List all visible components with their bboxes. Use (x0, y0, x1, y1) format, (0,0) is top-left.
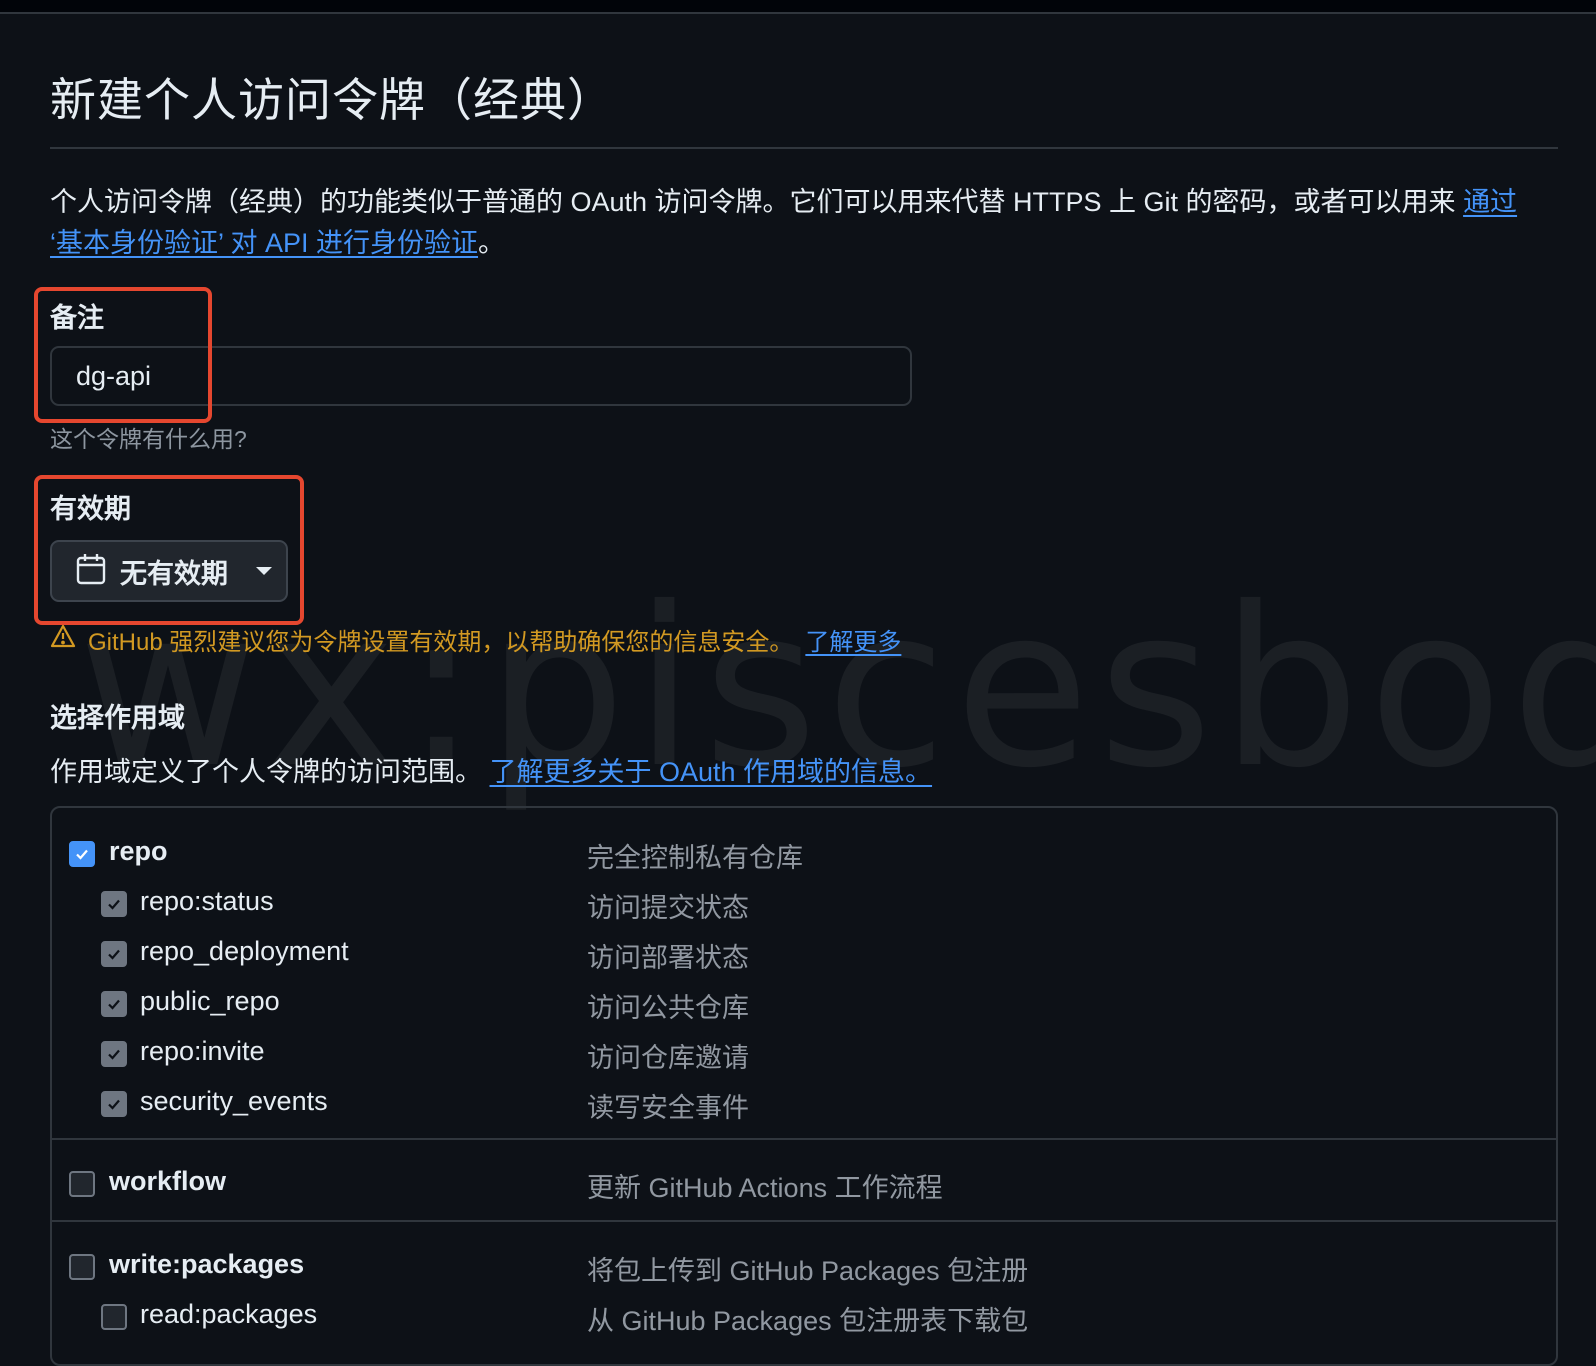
expiration-warning: GitHub 强烈建议您为令牌设置有效期，以帮助确保您的信息安全。 了解更多 (50, 622, 901, 657)
scope-name: repo:status (140, 886, 274, 916)
scope-row-read-packages: read:packages 从 GitHub Packages 包注册表下载包 (52, 1289, 1556, 1339)
scope-name: workflow (109, 1166, 227, 1196)
note-hint: 这个令牌有什么用? (50, 426, 247, 452)
checkbox-repo-deployment[interactable] (101, 941, 127, 967)
checkbox-workflow[interactable] (69, 1171, 95, 1197)
page-title: 新建个人访问令牌（经典） (50, 74, 614, 126)
scope-name: public_repo (140, 986, 280, 1016)
scope-row-repo-status: repo:status 访问提交状态 (52, 876, 1556, 926)
learn-more-link[interactable]: 了解更多 (805, 622, 901, 657)
highlight-box-expiration (34, 475, 304, 625)
intro-paragraph: 个人访问令牌（经典）的功能类似于普通的 OAuth 访问令牌。它们可以用来代替 … (50, 182, 1550, 264)
checkbox-repo[interactable] (69, 841, 95, 867)
alert-icon (50, 624, 76, 655)
scope-desc: 更新 GitHub Actions 工作流程 (587, 1173, 943, 1203)
scope-row-public-repo: public_repo 访问公共仓库 (52, 976, 1556, 1026)
scope-row-security-events: security_events 读写安全事件 (52, 1076, 1556, 1126)
checkbox-repo-status[interactable] (101, 891, 127, 917)
intro-end: 。 (478, 228, 506, 258)
scopes-title: 选择作用域 (50, 703, 185, 733)
scope-name: write:packages (109, 1249, 305, 1279)
intro-text: 个人访问令牌（经典）的功能类似于普通的 OAuth 访问令牌。它们可以用来代替 … (50, 187, 1464, 217)
scopes-desc-text: 作用域定义了个人令牌的访问范围。 (50, 757, 482, 787)
scope-row-repo: repo 完全控制私有仓库 (52, 826, 1556, 876)
scope-group-write-packages: write:packages 将包上传到 GitHub Packages 包注册… (52, 1222, 1556, 1364)
scope-group-workflow: workflow 更新 GitHub Actions 工作流程 (52, 1140, 1556, 1222)
scope-desc: 访问部署状态 (587, 943, 749, 973)
scope-row-workflow: workflow 更新 GitHub Actions 工作流程 (52, 1156, 1556, 1206)
checkbox-repo-invite[interactable] (101, 1041, 127, 1067)
scope-desc: 从 GitHub Packages 包注册表下载包 (587, 1306, 1029, 1336)
oauth-scopes-link[interactable]: 了解更多关于 OAuth 作用域的信息。 (490, 757, 933, 787)
scope-name: read:packages (140, 1299, 318, 1329)
scope-row-write-packages: write:packages 将包上传到 GitHub Packages 包注册 (52, 1239, 1556, 1289)
warning-text: GitHub 强烈建议您为令牌设置有效期，以帮助确保您的信息安全。 (88, 629, 794, 656)
title-divider (50, 147, 1558, 149)
scope-desc: 将包上传到 GitHub Packages 包注册 (587, 1256, 1029, 1286)
scope-name: repo_deployment (140, 936, 349, 966)
checkbox-read-packages[interactable] (101, 1304, 127, 1330)
checkbox-write-packages[interactable] (69, 1254, 95, 1280)
scope-name: repo (109, 836, 168, 866)
scope-row-repo-deployment: repo_deployment 访问部署状态 (52, 926, 1556, 976)
checkbox-security-events[interactable] (101, 1091, 127, 1117)
scope-group-repo: repo 完全控制私有仓库 repo:status 访问提交状态 repo_de… (52, 808, 1556, 1140)
highlight-box-note (34, 287, 212, 423)
scopes-description: 作用域定义了个人令牌的访问范围。 了解更多关于 OAuth 作用域的信息。 (50, 750, 932, 789)
scope-desc: 访问提交状态 (587, 893, 749, 923)
scope-desc: 访问公共仓库 (587, 993, 749, 1023)
top-bar (0, 0, 1596, 14)
scope-desc: 读写安全事件 (587, 1093, 749, 1123)
scope-desc: 访问仓库邀请 (587, 1043, 749, 1073)
scope-desc: 完全控制私有仓库 (587, 843, 803, 873)
scope-name: repo:invite (140, 1036, 265, 1066)
scope-row-repo-invite: repo:invite 访问仓库邀请 (52, 1026, 1556, 1076)
scopes-list: repo 完全控制私有仓库 repo:status 访问提交状态 repo_de… (50, 806, 1558, 1366)
scope-name: security_events (140, 1086, 328, 1116)
checkbox-public-repo[interactable] (101, 991, 127, 1017)
